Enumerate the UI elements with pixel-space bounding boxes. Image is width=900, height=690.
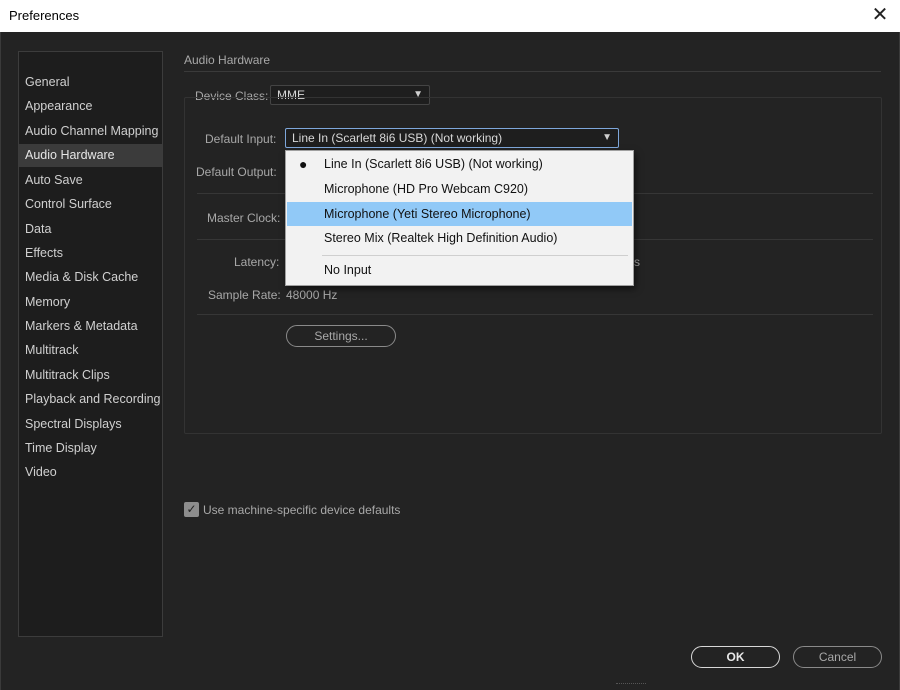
- sidebar-item-video[interactable]: Video: [19, 461, 162, 484]
- latency-label: Latency:: [234, 255, 280, 269]
- latency-unit: s: [634, 255, 640, 269]
- sidebar-item-auto-save[interactable]: Auto Save: [19, 169, 162, 192]
- default-input-label: Default Input:: [205, 132, 277, 146]
- machine-defaults-checkbox[interactable]: ✓: [184, 502, 199, 517]
- settings-button[interactable]: Settings...: [286, 325, 396, 347]
- close-icon[interactable]: ✕: [870, 5, 890, 25]
- sidebar-item-control-surface[interactable]: Control Surface: [19, 193, 162, 216]
- dropdown-option-highlighted[interactable]: Microphone (Yeti Stereo Microphone): [287, 202, 632, 226]
- chevron-down-icon: ▼: [602, 132, 612, 143]
- sidebar-item-markers-metadata[interactable]: Markers & Metadata: [19, 315, 162, 338]
- sidebar-item-multitrack[interactable]: Multitrack: [19, 339, 162, 362]
- master-clock-label: Master Clock:: [207, 211, 281, 225]
- checkmark-icon: ✓: [186, 502, 197, 516]
- divider: [197, 314, 873, 315]
- sample-rate-label: Sample Rate:: [208, 288, 281, 302]
- dropdown-option[interactable]: No Input: [287, 258, 632, 282]
- sidebar-item-media-disk-cache[interactable]: Media & Disk Cache: [19, 266, 162, 289]
- section-divider: [184, 71, 881, 72]
- sidebar-item-appearance[interactable]: Appearance: [19, 95, 162, 118]
- window-title: Preferences: [9, 8, 80, 23]
- machine-defaults-label[interactable]: Use machine-specific device defaults: [203, 503, 400, 517]
- sidebar-item-memory[interactable]: Memory: [19, 291, 162, 314]
- default-input-select[interactable]: Line In (Scarlett 8i6 USB) (Not working)…: [285, 128, 619, 148]
- ok-button[interactable]: OK: [691, 646, 780, 668]
- default-input-dropdown-list: ● Line In (Scarlett 8i6 USB) (Not workin…: [285, 150, 634, 286]
- selected-bullet-icon: ●: [299, 156, 308, 172]
- sidebar-item-data[interactable]: Data: [19, 218, 162, 241]
- resize-grip[interactable]: [616, 683, 646, 686]
- default-output-label: Default Output:: [196, 165, 277, 179]
- sidebar-item-spectral-displays[interactable]: Spectral Displays: [19, 413, 162, 436]
- sidebar-item-general[interactable]: General: [19, 71, 162, 94]
- dropdown-option[interactable]: ● Line In (Scarlett 8i6 USB) (Not workin…: [287, 152, 632, 176]
- sidebar-item-effects[interactable]: Effects: [19, 242, 162, 265]
- default-input-value: Line In (Scarlett 8i6 USB) (Not working): [292, 131, 503, 145]
- dropdown-option[interactable]: Stereo Mix (Realtek High Definition Audi…: [287, 226, 632, 250]
- dialog-client-area: General Appearance Audio Channel Mapping…: [0, 32, 900, 690]
- cancel-button[interactable]: Cancel: [793, 646, 882, 668]
- dropdown-option-label: Line In (Scarlett 8i6 USB) (Not working): [324, 157, 543, 171]
- dropdown-option[interactable]: Microphone (HD Pro Webcam C920): [287, 177, 632, 201]
- dropdown-separator: [322, 255, 628, 256]
- sidebar-item-time-display[interactable]: Time Display: [19, 437, 162, 460]
- sidebar-item-multitrack-clips[interactable]: Multitrack Clips: [19, 364, 162, 387]
- section-title: Audio Hardware: [184, 53, 271, 67]
- preferences-category-list: General Appearance Audio Channel Mapping…: [18, 51, 163, 637]
- title-bar: Preferences ✕: [0, 0, 900, 32]
- sidebar-item-playback-and-recording[interactable]: Playback and Recording: [19, 388, 162, 411]
- sidebar-item-audio-hardware[interactable]: Audio Hardware: [19, 144, 162, 167]
- sample-rate-value: 48000 Hz: [286, 288, 338, 302]
- sidebar-item-audio-channel-mapping[interactable]: Audio Channel Mapping: [19, 120, 162, 143]
